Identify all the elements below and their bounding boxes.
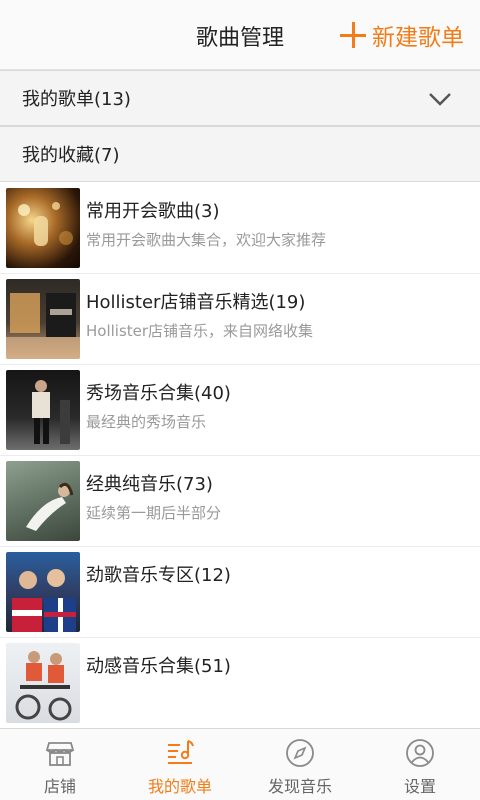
bottom-tab-bar: 店铺 我的歌单 发现音乐 设置 bbox=[0, 728, 480, 800]
playlist-thumbnail bbox=[6, 188, 80, 268]
playlist-item[interactable]: 劲歌音乐专区(12) bbox=[0, 547, 480, 638]
tab-discover[interactable]: 发现音乐 bbox=[240, 729, 360, 800]
playlist-item[interactable]: Hollister店铺音乐精选(19) Hollister店铺音乐，来自网络收集 bbox=[0, 274, 480, 365]
playlist-thumbnail bbox=[6, 279, 80, 359]
playlist-item[interactable]: 动感音乐合集(51) bbox=[0, 638, 480, 729]
tab-discover-label: 发现音乐 bbox=[267, 777, 332, 796]
playlist-name: 动感音乐合集(51) bbox=[86, 656, 231, 677]
chevron-down-icon[interactable] bbox=[428, 87, 452, 111]
my-playlists-label: 我的歌单(13) bbox=[22, 89, 131, 110]
playlist-name: 经典纯音乐(73) bbox=[86, 474, 213, 495]
playlist-thumbnail bbox=[6, 552, 80, 632]
playlist-name: 劲歌音乐专区(12) bbox=[86, 565, 231, 586]
playlist-thumbnail bbox=[6, 370, 80, 450]
store-icon bbox=[45, 742, 75, 766]
tab-my-playlists[interactable]: 我的歌单 bbox=[120, 729, 240, 800]
playlist-thumbnail bbox=[6, 643, 80, 723]
compass-icon bbox=[286, 739, 314, 767]
tab-settings[interactable]: 设置 bbox=[360, 729, 480, 800]
playlist-name: 秀场音乐合集(40) bbox=[86, 383, 231, 404]
playlist-name: Hollister店铺音乐精选(19) bbox=[86, 292, 306, 313]
user-settings-icon bbox=[406, 739, 434, 767]
tab-store[interactable]: 店铺 bbox=[0, 729, 120, 800]
playlist-desc: 常用开会歌曲大集合，欢迎大家推荐 bbox=[86, 231, 327, 249]
my-favorites-header[interactable]: 我的收藏(7) bbox=[0, 126, 480, 182]
playlist-name: 常用开会歌曲(3) bbox=[86, 201, 220, 222]
new-playlist-label: 新建歌单 bbox=[372, 25, 464, 51]
music-list-icon bbox=[168, 740, 194, 764]
plus-icon bbox=[340, 22, 366, 48]
tab-settings-label: 设置 bbox=[403, 777, 436, 796]
my-playlists-header[interactable]: 我的歌单(13) bbox=[0, 70, 480, 126]
playlist-item[interactable]: 常用开会歌曲(3) 常用开会歌曲大集合，欢迎大家推荐 bbox=[0, 183, 480, 274]
tab-store-label: 店铺 bbox=[43, 777, 76, 796]
top-bar: 歌曲管理 新建歌单 bbox=[0, 0, 480, 70]
playlist-desc: 延续第一期后半部分 bbox=[86, 504, 222, 522]
playlist-list: 常用开会歌曲(3) 常用开会歌曲大集合，欢迎大家推荐 Hollister店铺音乐… bbox=[0, 183, 480, 729]
playlist-thumbnail bbox=[6, 461, 80, 541]
tab-my-playlists-label: 我的歌单 bbox=[147, 777, 212, 796]
playlist-item[interactable]: 秀场音乐合集(40) 最经典的秀场音乐 bbox=[0, 365, 480, 456]
new-playlist-button[interactable]: 新建歌单 bbox=[340, 18, 464, 52]
playlist-item[interactable]: 经典纯音乐(73) 延续第一期后半部分 bbox=[0, 456, 480, 547]
my-favorites-label: 我的收藏(7) bbox=[22, 145, 120, 166]
playlist-desc: 最经典的秀场音乐 bbox=[86, 413, 207, 431]
playlist-desc: Hollister店铺音乐，来自网络收集 bbox=[86, 322, 314, 340]
